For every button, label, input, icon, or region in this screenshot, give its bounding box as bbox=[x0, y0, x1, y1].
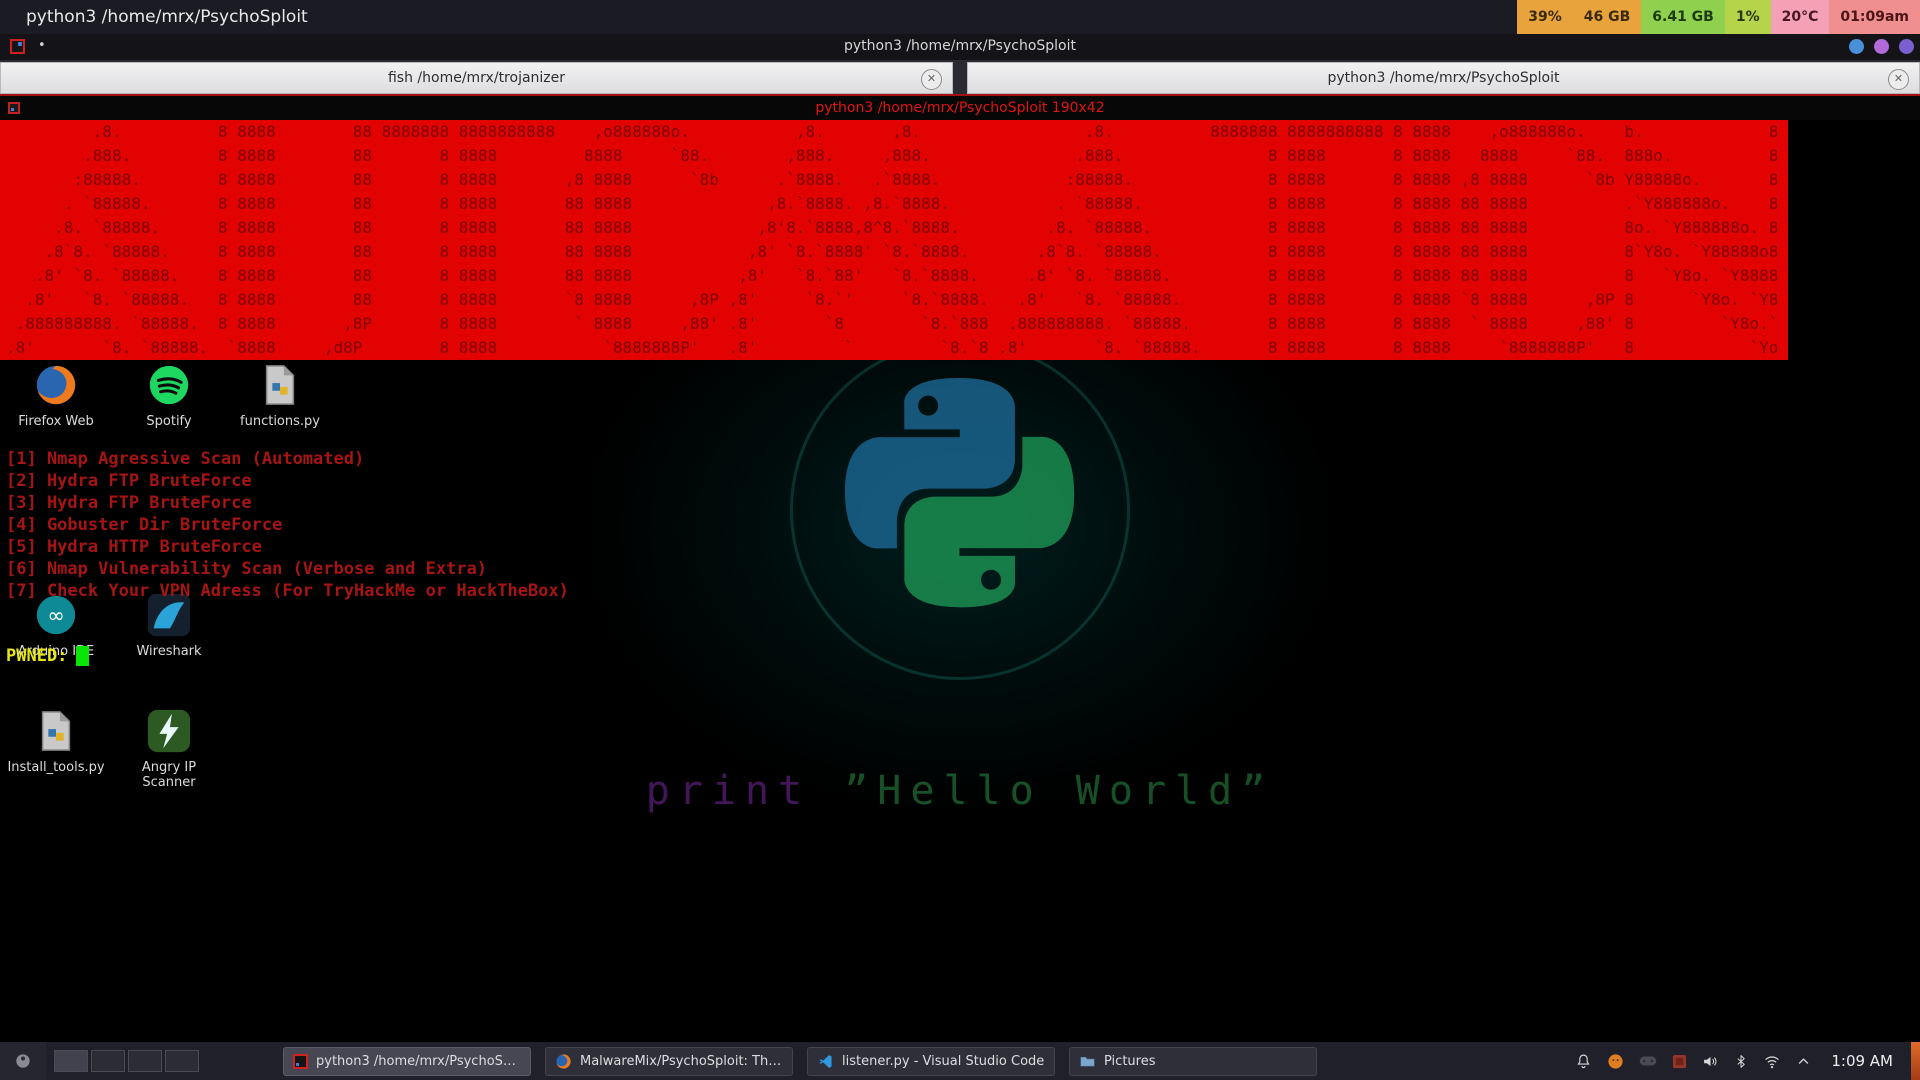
task-label: Pictures bbox=[1104, 1054, 1155, 1069]
task-label: MalwareMix/PsychoSploit: This scri... bbox=[580, 1054, 783, 1069]
terminal-cursor[interactable] bbox=[76, 646, 89, 666]
task-buttons: python3 /home/mrx/PsychoSploit MalwareMi… bbox=[283, 1047, 1317, 1076]
menu-item: [6] Nmap Vulnerability Scan (Verbose and… bbox=[6, 558, 569, 580]
desktop-icon-wireshark[interactable]: Wireshark bbox=[123, 592, 215, 659]
menu-item: [2] Hydra FTP BruteForce bbox=[6, 470, 569, 492]
wallpaper-code-text: print ”Hello World” bbox=[0, 768, 1920, 814]
menu-item: [1] Nmap Agressive Scan (Automated) bbox=[6, 448, 569, 470]
menu-item: [7] Check Your VPN Adress (For TryHackMe… bbox=[6, 580, 569, 602]
icon-label: Spotify bbox=[146, 414, 191, 429]
temp-monitor: 20°C bbox=[1771, 0, 1830, 34]
task-label: listener.py - Visual Studio Code bbox=[842, 1054, 1044, 1069]
code-keyword: print bbox=[646, 768, 811, 814]
terminal-menu: [1] Nmap Agressive Scan (Automated)[2] H… bbox=[6, 448, 569, 602]
task-pictures[interactable]: Pictures bbox=[1069, 1047, 1317, 1076]
lightning-icon bbox=[146, 708, 192, 754]
disk-monitor: 46 GB bbox=[1573, 0, 1642, 34]
window-title: python3 /home/mrx/PsychoSploit bbox=[0, 38, 1920, 54]
top-panel: python3 /home/mrx/PsychoSploit 39% 46 GB… bbox=[0, 0, 1920, 34]
firefox-icon bbox=[555, 1053, 572, 1070]
workspace-1[interactable] bbox=[54, 1050, 88, 1072]
clock-monitor: 01:09am bbox=[1829, 0, 1920, 34]
desktop-icon-angry-ip[interactable]: Angry IP Scanner bbox=[123, 708, 215, 790]
load-monitor: 1% bbox=[1725, 0, 1771, 34]
task-vscode[interactable]: listener.py - Visual Studio Code bbox=[807, 1047, 1055, 1076]
window-close-button[interactable] bbox=[1899, 39, 1914, 54]
spotify-icon bbox=[146, 362, 192, 408]
notifications-bell-icon[interactable] bbox=[1575, 1053, 1592, 1070]
menu-item: [3] Hydra FTP BruteForce bbox=[6, 492, 569, 514]
controller-icon[interactable] bbox=[1639, 1054, 1657, 1068]
memory-monitor: 6.41 GB bbox=[1641, 0, 1725, 34]
tray-expand-caret-icon[interactable] bbox=[1796, 1055, 1811, 1067]
desktop-icon-firefox[interactable]: Firefox Web bbox=[10, 362, 102, 429]
volume-icon[interactable] bbox=[1702, 1053, 1719, 1070]
folder-icon bbox=[1079, 1053, 1096, 1070]
taskbar: python3 /home/mrx/PsychoSploit MalwareMi… bbox=[0, 1042, 1920, 1080]
task-firefox[interactable]: MalwareMix/PsychoSploit: This scri... bbox=[545, 1047, 793, 1076]
desktop-icon-spotify[interactable]: Spotify bbox=[123, 362, 215, 429]
tab-python3-psychosploit[interactable]: python3 /home/mrx/PsychoSploit ✕ bbox=[967, 62, 1920, 94]
icon-label: functions.py bbox=[240, 414, 320, 429]
bluetooth-icon[interactable] bbox=[1734, 1053, 1748, 1070]
system-tray bbox=[1575, 1053, 1811, 1070]
window-buttons bbox=[1849, 39, 1914, 54]
window-maximize-button[interactable] bbox=[1874, 39, 1889, 54]
icon-label: Wireshark bbox=[136, 644, 201, 659]
terminal-prompt[interactable]: PWNED: bbox=[6, 646, 89, 666]
desktop-icon-install-tools-py[interactable]: Install_tools.py bbox=[10, 708, 102, 775]
window-titlebar[interactable]: • python3 /home/mrx/PsychoSploit bbox=[0, 34, 1920, 60]
python-file-icon bbox=[257, 362, 303, 408]
icon-label: Install_tools.py bbox=[7, 760, 104, 775]
terminal-inner-titlebar: python3 /home/mrx/PsychoSploit 190x42 bbox=[0, 94, 1920, 120]
firefox-icon bbox=[33, 362, 79, 408]
cpu-monitor: 39% bbox=[1517, 0, 1573, 34]
python-logo bbox=[845, 378, 1075, 608]
ascii-banner: .8. 8 8888 88 8888888 8888888888 ,o88888… bbox=[0, 120, 1788, 360]
active-window-title: python3 /home/mrx/PsychoSploit bbox=[26, 7, 308, 27]
window-minimize-button[interactable] bbox=[1849, 39, 1864, 54]
clipboard-chip-icon[interactable] bbox=[1672, 1054, 1687, 1069]
tab-close-icon[interactable]: ✕ bbox=[921, 69, 942, 90]
terminal-icon bbox=[293, 1054, 308, 1069]
chat-app-icon[interactable] bbox=[1607, 1053, 1624, 1070]
whisker-menu-icon bbox=[13, 1051, 33, 1071]
terminal-title: python3 /home/mrx/PsychoSploit 190x42 bbox=[0, 100, 1920, 116]
workspace-3[interactable] bbox=[128, 1050, 162, 1072]
applications-menu-button[interactable] bbox=[0, 1042, 46, 1080]
desktop-icon-functions-py[interactable]: functions.py bbox=[234, 362, 326, 429]
terminal-banner-area: .8. 8 8888 88 8888888 8888888888 ,o88888… bbox=[0, 120, 1920, 360]
code-string: ”Hello World” bbox=[844, 768, 1274, 814]
task-terminal[interactable]: python3 /home/mrx/PsychoSploit bbox=[283, 1047, 531, 1076]
menu-item: [5] Hydra HTTP BruteForce bbox=[6, 536, 569, 558]
icon-label: Firefox Web bbox=[18, 414, 94, 429]
python-file-icon bbox=[33, 708, 79, 754]
workspace-4[interactable] bbox=[165, 1050, 199, 1072]
tab-fish-trojanizer[interactable]: fish /home/mrx/trojanizer ✕ bbox=[0, 62, 953, 94]
wifi-icon[interactable] bbox=[1763, 1054, 1781, 1069]
terminal-tabbar: fish /home/mrx/trojanizer ✕ python3 /hom… bbox=[0, 60, 1920, 94]
task-label: python3 /home/mrx/PsychoSploit bbox=[316, 1054, 521, 1069]
workspace-pager bbox=[54, 1050, 199, 1072]
svg-text:∞: ∞ bbox=[47, 603, 65, 628]
tab-label: python3 /home/mrx/PsychoSploit bbox=[1328, 70, 1560, 86]
tab-label: fish /home/mrx/trojanizer bbox=[388, 70, 565, 86]
tab-close-icon[interactable]: ✕ bbox=[1888, 69, 1909, 90]
system-monitors: 39% 46 GB 6.41 GB 1% 20°C 01:09am bbox=[1517, 0, 1920, 34]
icon-label: Angry IP Scanner bbox=[123, 760, 215, 790]
prompt-label: PWNED: bbox=[6, 646, 67, 666]
taskbar-clock[interactable]: 1:09 AM bbox=[1831, 1052, 1893, 1070]
vscode-icon bbox=[817, 1053, 834, 1070]
menu-item: [4] Gobuster Dir BruteForce bbox=[6, 514, 569, 536]
workspace-2[interactable] bbox=[91, 1050, 125, 1072]
screen: print ”Hello World” Firefox Web Spotify … bbox=[0, 0, 1920, 1080]
show-desktop-strip[interactable] bbox=[1911, 1042, 1920, 1080]
